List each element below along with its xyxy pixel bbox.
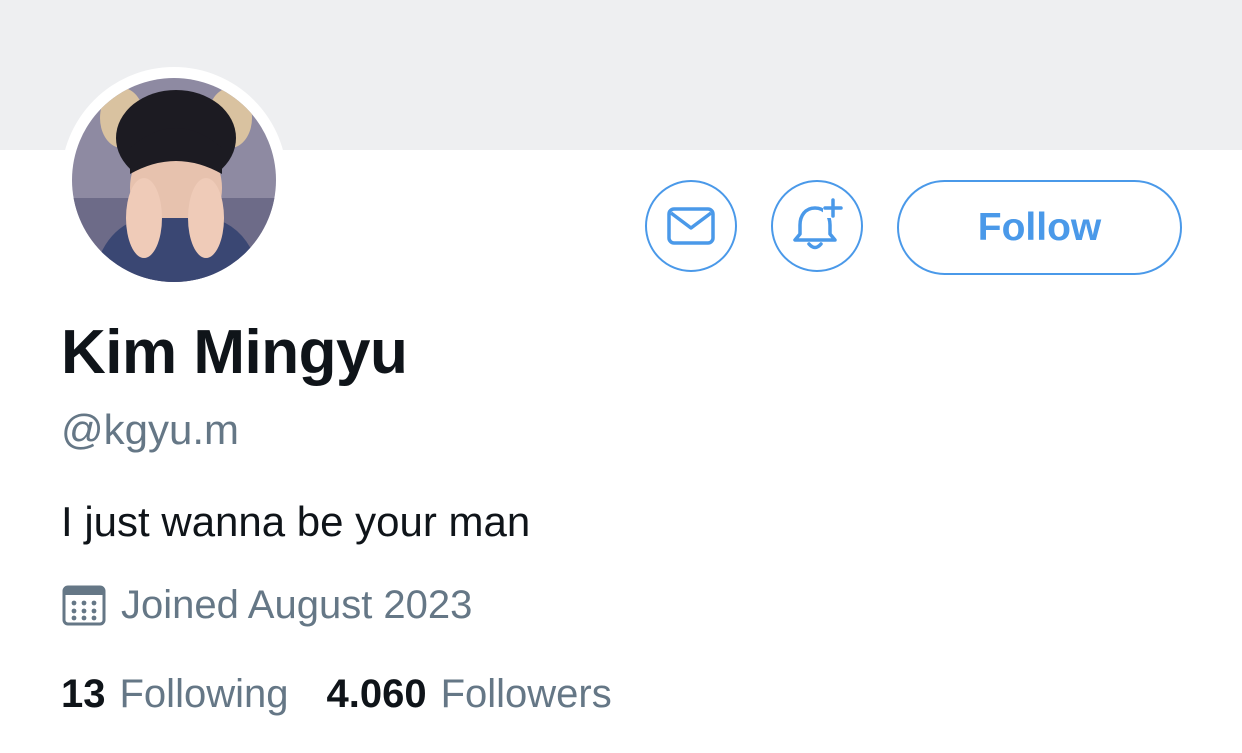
message-button[interactable] [645,180,737,272]
follow-button[interactable]: Follow [897,180,1182,275]
following-count: 13 [61,672,106,716]
profile-bio: I just wanna be your man [61,498,531,545]
following-stat[interactable]: 13 Following [61,672,288,717]
envelope-icon [667,207,715,245]
bell-plus-icon [793,198,843,250]
calendar-icon [61,582,107,628]
profile-stats: 13 Following 4.060 Followers [61,672,650,717]
joined-date: Joined August 2023 [61,582,472,628]
avatar-image [72,78,276,282]
followers-stat[interactable]: 4.060 Followers [326,672,611,717]
display-name: Kim Mingyu [61,318,408,387]
joined-text: Joined August 2023 [121,582,473,627]
following-label: Following [119,672,289,716]
followers-label: Followers [440,672,612,716]
followers-count: 4.060 [326,672,427,716]
notifications-button[interactable] [771,180,863,272]
avatar[interactable] [72,78,276,282]
username-handle: @kgyu.m [61,406,240,453]
